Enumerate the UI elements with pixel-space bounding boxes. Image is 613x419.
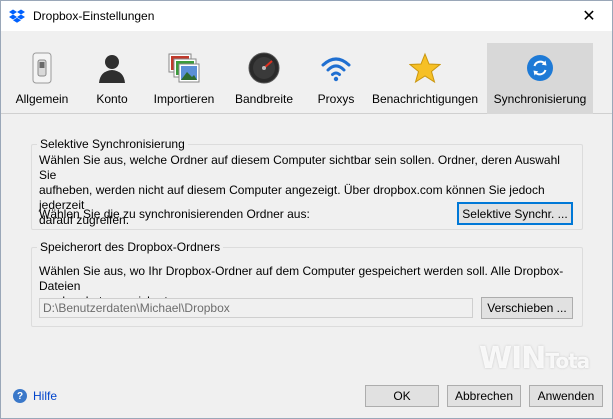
selective-sync-button[interactable]: Selektive Synchr. ...	[457, 202, 573, 225]
sync-icon	[523, 51, 557, 85]
tab-allgemein[interactable]: Allgemein	[9, 43, 75, 114]
watermark-suffix: Tota	[545, 349, 590, 373]
window-title: Dropbox-Einstellungen	[33, 9, 155, 23]
switch-icon	[25, 51, 59, 85]
wifi-icon	[319, 51, 353, 85]
tab-konto[interactable]: Konto	[83, 43, 141, 114]
tab-label: Bandbreite	[234, 92, 294, 106]
settings-window: Dropbox-Einstellungen ✕ Allgemein Konto …	[0, 0, 613, 419]
group-title: Speicherort des Dropbox-Ordners	[37, 240, 224, 254]
tab-proxys[interactable]: Proxys	[309, 43, 363, 114]
help-label: Hilfe	[33, 389, 58, 403]
ok-button[interactable]: OK	[365, 385, 439, 407]
tab-benachrichtigungen[interactable]: Benachrichtigungen	[371, 43, 479, 114]
description-line: Wählen Sie aus, welche Ordner auf diesem…	[39, 153, 560, 182]
tab-label: Konto	[96, 92, 128, 106]
dropbox-path-field[interactable]: D:\Benutzerdaten\Michael\Dropbox	[39, 298, 473, 318]
description-line: Wählen Sie aus, wo Ihr Dropbox-Ordner au…	[39, 264, 564, 293]
move-folder-button[interactable]: Verschieben ...	[481, 297, 573, 319]
tab-label: Synchronisierung	[493, 92, 587, 106]
cancel-button[interactable]: Abbrechen	[447, 385, 521, 407]
tab-label: Allgemein	[15, 92, 69, 106]
tab-bandbreite[interactable]: Bandbreite	[231, 43, 297, 114]
tab-label: Proxys	[317, 92, 355, 106]
watermark-main: WIN	[479, 341, 546, 376]
help-link[interactable]: ? Hilfe	[13, 389, 57, 403]
photos-icon	[167, 51, 201, 85]
settings-tabs: Allgemein Konto Importieren Bandbreite P…	[1, 31, 612, 114]
apply-button[interactable]: Anwenden	[529, 385, 603, 407]
wintotal-watermark: WINTota	[479, 341, 590, 376]
user-icon	[95, 51, 129, 85]
title-bar[interactable]: Dropbox-Einstellungen ✕	[1, 1, 612, 31]
group-title: Selektive Synchronisierung	[37, 137, 188, 151]
tab-label: Benachrichtigungen	[371, 92, 479, 106]
tab-label: Importieren	[153, 92, 215, 106]
tab-importieren[interactable]: Importieren	[149, 43, 219, 114]
close-button[interactable]: ✕	[566, 1, 612, 31]
dropbox-logo-icon	[9, 9, 25, 23]
gauge-icon	[247, 51, 281, 85]
tab-synchronisierung[interactable]: Synchronisierung	[487, 43, 593, 114]
help-icon: ?	[13, 389, 27, 403]
selective-sync-prompt: Wählen Sie die zu synchronisierenden Ord…	[39, 207, 310, 221]
star-icon	[408, 51, 442, 85]
